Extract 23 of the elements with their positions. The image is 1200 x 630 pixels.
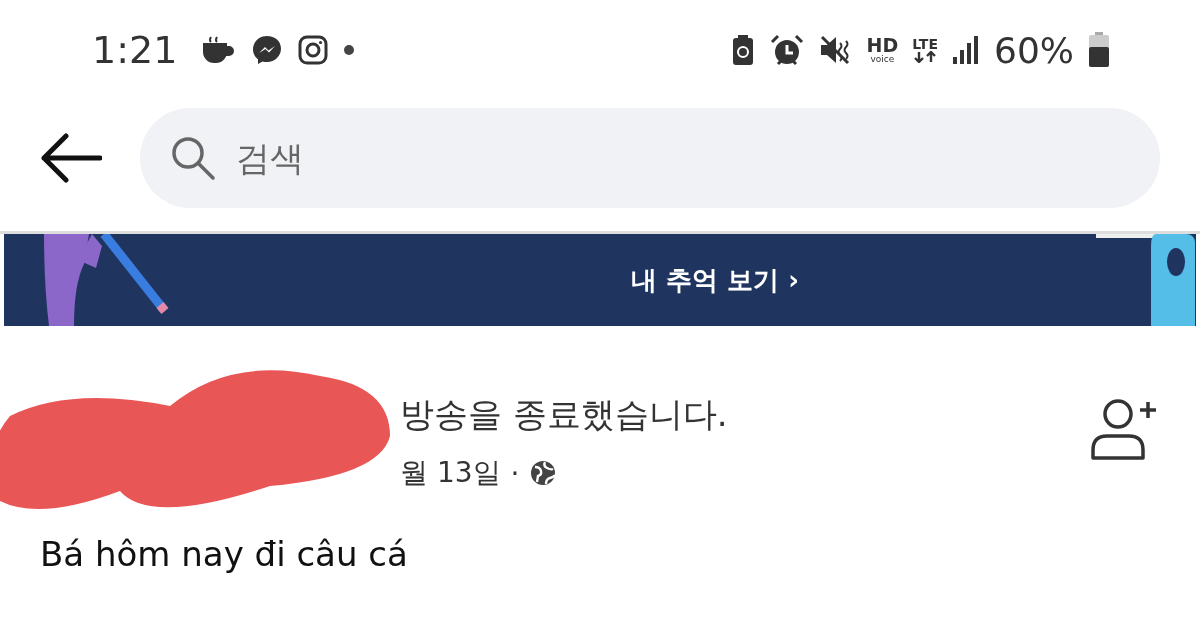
post-date: 월 13일 xyxy=(400,455,501,491)
network-type-label: LTE xyxy=(912,37,938,51)
data-arrows-icon xyxy=(913,51,938,63)
memories-link[interactable]: 내 추억 보기 › xyxy=(631,262,799,298)
battery-icon xyxy=(1088,32,1110,68)
post-headline: 방송을 종료했습니다. xyxy=(400,393,728,436)
signal-icon xyxy=(952,35,980,65)
camera-icon xyxy=(297,34,330,66)
globe-icon xyxy=(529,459,558,487)
search-icon xyxy=(170,134,216,181)
battery-saver-icon xyxy=(730,34,755,66)
back-arrow-icon[interactable] xyxy=(40,132,102,183)
messenger-icon xyxy=(251,34,284,66)
notification-dot-icon xyxy=(343,44,356,56)
search-field[interactable]: 검색 xyxy=(140,107,1160,208)
clock-time: 1:21 xyxy=(92,28,178,72)
voice-label: voice xyxy=(870,55,895,64)
alarm-icon xyxy=(768,33,805,67)
separator-dot: · xyxy=(510,456,520,490)
memories-banner[interactable]: 내 추억 보기 › xyxy=(4,234,1196,326)
battery-percent: 60% xyxy=(994,29,1074,71)
post-text: Bá hôm nay đi câu cá xyxy=(40,534,409,574)
hd-label: HD xyxy=(866,36,899,55)
